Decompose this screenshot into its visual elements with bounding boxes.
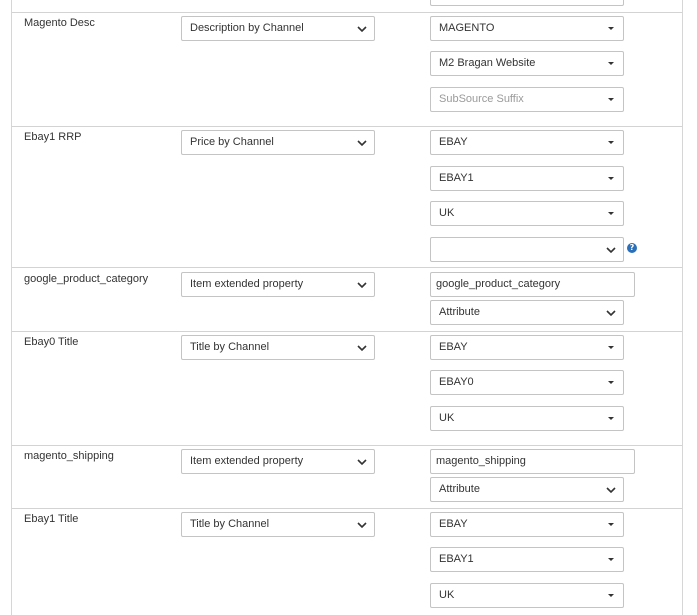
property-type-select[interactable]: Attribute (430, 477, 624, 502)
channel-name-select[interactable]: EBAY0 (430, 370, 624, 395)
subsource-suffix-placeholder: SubSource Suffix (439, 93, 524, 105)
source-select-value: Item extended property (190, 455, 304, 467)
caret-down-icon (608, 177, 614, 180)
row-divider (12, 267, 682, 268)
row-label: Ebay1 Title (24, 513, 79, 525)
channel-type-value: EBAY (439, 341, 468, 353)
chevron-down-icon (357, 140, 367, 147)
chevron-down-icon (606, 247, 616, 254)
channel-type-select[interactable]: EBAY (430, 130, 624, 155)
location-select[interactable]: UK (430, 201, 624, 226)
source-select-value: Price by Channel (190, 136, 274, 148)
channel-name-value: EBAY1 (439, 172, 474, 184)
source-select-value: Description by Channel (190, 22, 304, 34)
channel-name-select[interactable]: EBAY1 (430, 547, 624, 572)
location-select[interactable]: UK (430, 406, 624, 431)
property-type-select[interactable]: Attribute (430, 300, 624, 325)
source-select[interactable]: Item extended property (181, 449, 375, 474)
caret-down-icon (608, 523, 614, 526)
row-divider (12, 445, 682, 446)
row-divider (12, 331, 682, 332)
chevron-down-icon (357, 26, 367, 33)
property-type-value: Attribute (439, 306, 480, 318)
source-select-value: Item extended property (190, 278, 304, 290)
row-label: Ebay0 Title (24, 336, 79, 348)
channel-type-value: MAGENTO (439, 22, 495, 34)
chevron-down-icon (606, 310, 616, 317)
price-option-select[interactable] (430, 237, 624, 262)
channel-type-select[interactable]: EBAY (430, 512, 624, 537)
chevron-down-icon (357, 345, 367, 352)
location-value: UK (439, 412, 455, 424)
subsource-suffix-select[interactable]: SubSource Suffix (430, 87, 624, 112)
source-select[interactable]: Description by Channel (181, 16, 375, 41)
channel-name-value: M2 Bragan Website (439, 57, 536, 69)
row-divider (12, 126, 682, 127)
channel-type-select[interactable]: MAGENTO (430, 16, 624, 41)
channel-name-select[interactable]: M2 Bragan Website (430, 51, 624, 76)
row-label: magento_shipping (24, 450, 114, 462)
caret-down-icon (608, 141, 614, 144)
location-select[interactable]: UK (430, 583, 624, 608)
row-label: Ebay1 RRP (24, 131, 82, 143)
caret-down-icon (608, 212, 614, 215)
location-value: UK (439, 207, 455, 219)
row-label: google_product_category (24, 273, 149, 285)
caret-down-icon (608, 346, 614, 349)
caret-down-icon (608, 62, 614, 65)
source-select[interactable]: Item extended property (181, 272, 375, 297)
channel-type-value: EBAY (439, 136, 468, 148)
property-name-input[interactable]: google_product_category (430, 272, 635, 297)
channel-type-select[interactable]: EBAY (430, 335, 624, 360)
source-select[interactable]: Price by Channel (181, 130, 375, 155)
caret-down-icon (608, 558, 614, 561)
row-label: Magento Desc (24, 17, 95, 29)
property-name-input[interactable]: magento_shipping (430, 449, 635, 474)
caret-down-icon (608, 381, 614, 384)
location-value: UK (439, 589, 455, 601)
chevron-down-icon (606, 487, 616, 494)
chevron-down-icon (357, 522, 367, 529)
source-select[interactable]: Title by Channel (181, 512, 375, 537)
caret-down-icon (608, 417, 614, 420)
source-select-value: Title by Channel (190, 518, 270, 530)
caret-down-icon (608, 27, 614, 30)
channel-type-value: EBAY (439, 518, 468, 530)
channel-name-select[interactable]: EBAY1 (430, 166, 624, 191)
row-divider (12, 508, 682, 509)
source-select-value: Title by Channel (190, 341, 270, 353)
question-circle-icon[interactable]: ? (627, 243, 637, 253)
chevron-down-icon (357, 459, 367, 466)
property-type-value: Attribute (439, 483, 480, 495)
caret-down-icon (608, 98, 614, 101)
chevron-down-icon (357, 282, 367, 289)
channel-name-value: EBAY1 (439, 553, 474, 565)
previous-row-field[interactable] (430, 0, 624, 6)
row-divider (12, 12, 682, 13)
channel-name-value: EBAY0 (439, 376, 474, 388)
source-select[interactable]: Title by Channel (181, 335, 375, 360)
caret-down-icon (608, 594, 614, 597)
